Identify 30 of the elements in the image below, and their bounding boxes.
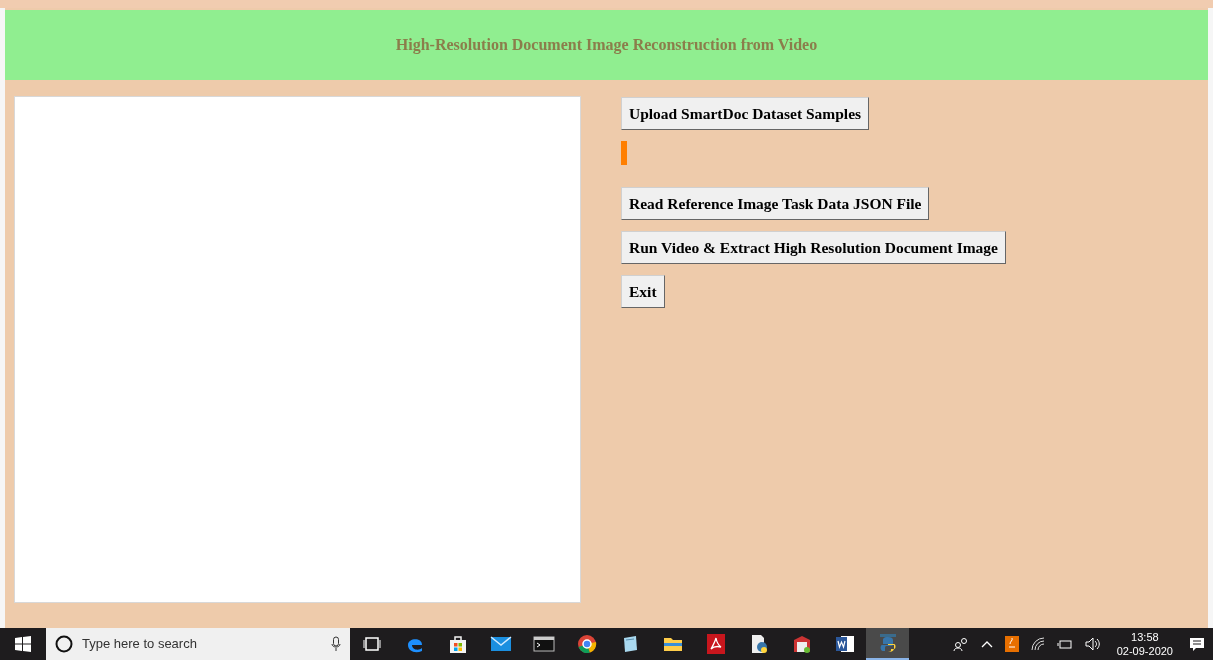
pdf-icon	[706, 634, 725, 654]
windows-logo-icon	[15, 636, 31, 652]
battery-icon	[1056, 638, 1073, 650]
app-title: High-Resolution Document Image Reconstruction from Video	[395, 35, 818, 56]
wifi-icon	[1030, 637, 1045, 651]
browser-icon	[576, 634, 597, 654]
action-button[interactable]: Run Video & Extract High Resolution Document Image	[621, 231, 1006, 264]
progress-indicator	[621, 141, 627, 165]
people-icon	[952, 637, 969, 651]
document-icon	[834, 634, 855, 654]
clock-time: 13:58	[1131, 630, 1159, 644]
exit-button[interactable]: Exit	[621, 275, 665, 308]
python-icon	[877, 633, 898, 653]
search-input[interactable]: Type here to search	[82, 634, 322, 654]
terminal-icon	[532, 636, 555, 652]
action-button[interactable]: Upload SmartDoc Dataset Samples	[621, 97, 870, 130]
microphone-icon	[331, 636, 341, 652]
search-field[interactable]: Type here to search	[46, 628, 350, 660]
envelope-icon	[489, 636, 512, 652]
clock-date: 02-09-2020	[1116, 644, 1173, 658]
notification-icon	[1189, 636, 1205, 652]
archive-icon	[791, 634, 812, 654]
chevron-up-icon	[980, 640, 993, 648]
task-view-icon	[362, 636, 381, 652]
speaker-icon	[1084, 637, 1101, 651]
java-icon	[1004, 636, 1019, 652]
action-button[interactable]: Read Reference Image Task Data JSON File	[621, 187, 930, 220]
search-icon	[55, 635, 73, 653]
folder-icon	[662, 635, 683, 653]
shopping-bag-icon	[447, 634, 468, 654]
